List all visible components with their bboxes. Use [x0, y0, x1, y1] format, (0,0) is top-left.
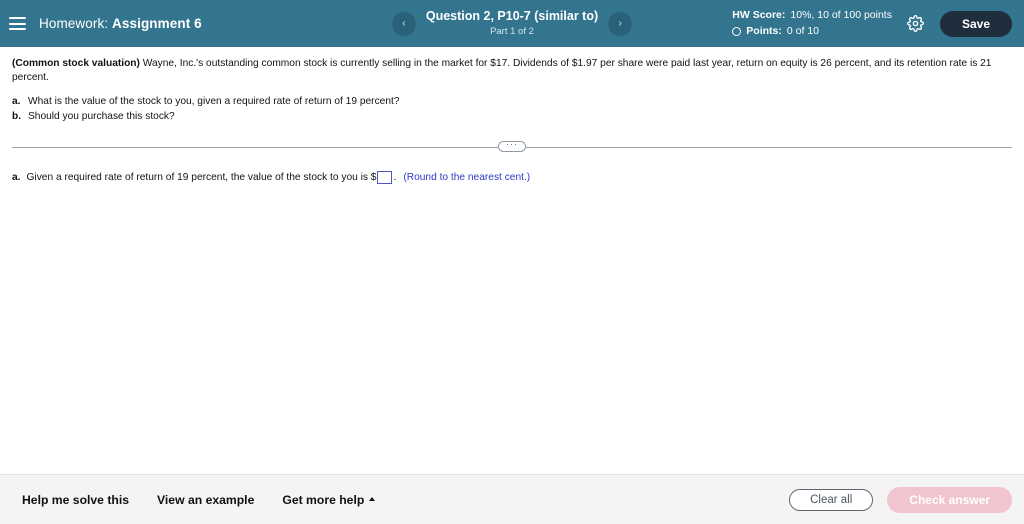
points-value: 0 of 10	[786, 24, 820, 37]
question-parts-list: a. What is the value of the stock to you…	[12, 94, 1012, 125]
hamburger-bar	[9, 22, 26, 25]
view-an-example-link[interactable]: View an example	[157, 493, 254, 507]
clear-all-button[interactable]: Clear all	[789, 488, 874, 511]
help-me-solve-this-link[interactable]: Help me solve this	[22, 493, 129, 507]
page-title-label: Homework:	[39, 16, 109, 31]
list-item: a. What is the value of the stock to you…	[12, 94, 1012, 109]
next-question-button[interactable]: ›	[608, 11, 633, 36]
save-button[interactable]: Save	[939, 10, 1012, 37]
chevron-left-icon: ‹	[402, 17, 406, 29]
empty-circle-icon	[732, 26, 742, 36]
question-statement: (Common stock valuation) Wayne, Inc.'s o…	[12, 57, 1012, 85]
page-title-value: Assignment 6	[112, 16, 202, 31]
score-summary: HW Score: 10%, 10 of 100 points Points: …	[732, 8, 892, 38]
part-key: a.	[12, 95, 21, 107]
question-part: Part 1 of 2	[490, 25, 534, 37]
part-text: Should you purchase this stock?	[28, 110, 175, 122]
help-links-group: Help me solve this View an example Get m…	[22, 492, 376, 507]
help-me-solve-this-label: Help me solve this	[22, 492, 130, 507]
app-header: Homework: Assignment 6 ‹ Question 2, P10…	[0, 0, 1024, 47]
hamburger-bar	[9, 17, 26, 19]
hamburger-bar	[9, 28, 26, 30]
header-right-group: HW Score: 10%, 10 of 100 points Points: …	[732, 8, 1024, 38]
points-label: Points:	[746, 24, 782, 37]
section-divider: ···	[12, 138, 1012, 153]
list-item: b. Should you purchase this stock?	[12, 109, 1012, 124]
homework-app: Homework: Assignment 6 ‹ Question 2, P10…	[0, 0, 1024, 524]
part-key: b.	[12, 110, 22, 122]
points-row: Points: 0 of 10	[732, 24, 892, 39]
collapse-toggle-button[interactable]: ···	[498, 138, 526, 153]
question-body: Wayne, Inc.'s outstanding common stock i…	[12, 58, 992, 83]
prev-question-button[interactable]: ‹	[391, 11, 416, 36]
part-text: What is the value of the stock to you, g…	[28, 95, 400, 107]
caret-up-icon	[369, 496, 376, 501]
hw-score-label: HW Score:	[732, 9, 786, 22]
gear-icon[interactable]	[906, 14, 926, 34]
view-an-example-label: View an example	[157, 492, 255, 507]
hamburger-menu-icon[interactable]	[9, 17, 26, 30]
answer-key: a.	[12, 172, 21, 184]
question-topic: (Common stock valuation)	[12, 58, 140, 69]
answer-area: a. Given a required rate of return of 19…	[12, 171, 1012, 185]
hw-score-row: HW Score: 10%, 10 of 100 points	[732, 8, 892, 23]
header-left-group: Homework: Assignment 6	[0, 16, 202, 31]
get-more-help-label: Get more help	[282, 492, 365, 507]
answer-prompt: Given a required rate of return of 19 pe…	[26, 172, 377, 184]
answer-suffix: .	[393, 172, 397, 184]
footer-actions: Clear all Check answer	[789, 486, 1012, 513]
question-content: (Common stock valuation) Wayne, Inc.'s o…	[0, 47, 1024, 474]
get-more-help-link[interactable]: Get more help	[282, 492, 376, 507]
ellipsis-icon: ···	[506, 138, 518, 149]
page-title: Homework: Assignment 6	[39, 16, 202, 31]
hw-score-value: 10%, 10 of 100 points	[790, 9, 892, 22]
action-footer: Help me solve this View an example Get m…	[0, 474, 1024, 524]
answer-input[interactable]	[377, 171, 393, 185]
question-info: Question 2, P10-7 (similar to) Part 1 of…	[426, 9, 598, 38]
chevron-right-icon: ›	[618, 17, 622, 29]
check-answer-button[interactable]: Check answer	[887, 486, 1012, 513]
rounding-note: (Round to the nearest cent.)	[403, 172, 531, 184]
question-title: Question 2, P10-7 (similar to)	[425, 9, 599, 24]
